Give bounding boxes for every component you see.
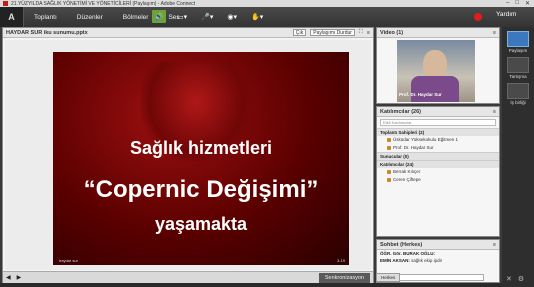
window-title: 21.YÜZYILDA SAĞLIK YÖNETİMİ VE YÖNETİCİL… bbox=[11, 0, 196, 7]
chat-title: Sohbet bbox=[380, 241, 399, 248]
layouts-sidebar: Paylaşım Tartışma İş birliği ✕ ⚙ bbox=[502, 27, 534, 287]
raise-hand-icon[interactable]: ✋▾ bbox=[248, 10, 266, 23]
chat-sender: EMİN AKSAN: bbox=[380, 258, 410, 263]
webcam-icon[interactable]: ◉▾ bbox=[224, 10, 240, 23]
slide-line-3: yaşamakta bbox=[154, 214, 248, 234]
video-menu-icon[interactable]: ≡ bbox=[493, 30, 496, 36]
slide-line-1: Sağlık hizmetleri bbox=[129, 138, 273, 158]
prev-slide-icon[interactable]: ◀ bbox=[6, 274, 11, 281]
attendee-row[interactable]: Üsküdar Yüksekokulu Eğitmen 1 bbox=[377, 136, 499, 144]
share-pod-header: HAYDAR SUR iku sunumu.pptx Çık Paylaşımı… bbox=[3, 28, 373, 38]
group-hosts[interactable]: Toplantı Sahipleri (2) bbox=[377, 128, 499, 136]
sync-button[interactable]: Senkronizasyon bbox=[318, 272, 370, 283]
microphone-icon[interactable]: 🎤▾ bbox=[198, 10, 216, 23]
attendee-name: Prof. Dr. Haydar Sur bbox=[393, 145, 434, 150]
attendee-row[interactable]: Ceren Çiftepe bbox=[377, 176, 499, 184]
recording-indicator-icon[interactable] bbox=[474, 13, 482, 21]
menu-bar: A Toplantı Düzenler Bölmeler Ses 🔊 ▭▾ 🎤▾… bbox=[0, 7, 534, 27]
video-count: (1) bbox=[396, 29, 404, 36]
layout-label: Tartışma bbox=[509, 74, 527, 79]
layout-label: İş birliği bbox=[510, 100, 526, 105]
chat-sender: ÖĞR. Gör. BURAK OĞLU: bbox=[380, 251, 435, 256]
video-pod: Video (1) ≡ Prof. Dr. Haydar Sur bbox=[376, 27, 500, 104]
menu-meeting[interactable]: Toplantı bbox=[24, 14, 67, 21]
user-icon bbox=[387, 146, 391, 150]
chat-pod-header: Sohbet (Herkes) ≡ bbox=[377, 240, 499, 250]
stop-sharing-button[interactable]: Paylaşımı Durdur bbox=[310, 29, 355, 36]
chat-menu-icon[interactable]: ≡ bbox=[493, 242, 496, 248]
presentation-slide: Sağlık hizmetleri “Copernic Değişimi” ya… bbox=[53, 52, 349, 265]
adobe-logo: A bbox=[0, 7, 24, 27]
app-icon bbox=[3, 1, 8, 6]
layout-share[interactable]: Paylaşım bbox=[506, 31, 530, 53]
maximize-icon[interactable]: □ bbox=[515, 0, 519, 7]
chat-message: EMİN AKSAN: sağlık ekip ipdir bbox=[377, 257, 499, 264]
slide-number: 3-19 bbox=[336, 258, 345, 263]
speaker-icon[interactable]: 🔊 bbox=[152, 10, 166, 23]
slide-area: Sağlık hizmetleri “Copernic Değişimi” ya… bbox=[5, 40, 371, 270]
attendee-row[interactable]: Berrak Kılıçer bbox=[377, 168, 499, 176]
layout-thumb bbox=[507, 31, 529, 47]
tools-icon[interactable]: ✕ bbox=[506, 275, 512, 283]
attendees-search-input[interactable]: Etkil Katılımcılar bbox=[380, 119, 496, 126]
layout-discussion[interactable]: Tartışma bbox=[506, 57, 530, 79]
video-speaker-name: Prof. Dr. Haydar Sur bbox=[399, 92, 442, 97]
chat-message: ÖĞR. Gör. BURAK OĞLU: bbox=[377, 250, 499, 257]
layout-collaboration[interactable]: İş birliği bbox=[506, 83, 530, 105]
user-icon bbox=[387, 178, 391, 182]
pod-menu-icon[interactable]: ≡ bbox=[367, 30, 370, 36]
layout-thumb bbox=[507, 83, 529, 99]
chat-scope: (Herkes) bbox=[400, 241, 423, 248]
exit-button[interactable]: Çık bbox=[292, 29, 307, 36]
attendees-pod: Katılımcılar (26) ≡ Etkil Katılımcılar T… bbox=[376, 106, 500, 237]
attendee-row[interactable]: Prof. Dr. Haydar Sur bbox=[377, 144, 499, 152]
menu-layouts[interactable]: Düzenler bbox=[67, 14, 113, 21]
video-pod-header: Video (1) ≡ bbox=[377, 28, 499, 38]
attendee-name: Üsküdar Yüksekokulu Eğitmen 1 bbox=[393, 137, 458, 142]
attendees-title: Katılımcılar bbox=[380, 108, 410, 115]
slide-footer: haydar sur bbox=[59, 258, 78, 263]
slide-line-2: “Copernic Değişimi” bbox=[83, 176, 319, 203]
share-pod-footer: ◀ ▶ Senkronizasyon bbox=[3, 271, 373, 283]
status-bar bbox=[0, 283, 502, 287]
attendees-pod-header: Katılımcılar (26) ≡ bbox=[377, 107, 499, 117]
settings-icon[interactable]: ⚙ bbox=[518, 275, 524, 283]
group-presenters[interactable]: Sunucular (0) bbox=[377, 152, 499, 160]
chat-text: sağlık ekip ipdir bbox=[411, 258, 443, 263]
attendees-count: (26) bbox=[411, 108, 421, 115]
group-participants[interactable]: Katılımcılar (24) bbox=[377, 160, 499, 168]
right-column: Video (1) ≡ Prof. Dr. Haydar Sur Katılım… bbox=[376, 27, 500, 283]
video-pod-title: Video bbox=[380, 29, 395, 36]
share-pod-title: HAYDAR SUR iku sunumu.pptx bbox=[6, 29, 88, 36]
chat-tab[interactable]: Herkes bbox=[376, 273, 401, 282]
attendee-name: Berrak Kılıçer bbox=[393, 169, 421, 174]
attendee-name: Ceren Çiftepe bbox=[393, 177, 421, 182]
minimize-icon[interactable]: – bbox=[506, 0, 509, 7]
window-titlebar: 21.YÜZYILDA SAĞLIK YÖNETİMİ VE YÖNETİCİL… bbox=[0, 0, 534, 7]
speaker-body bbox=[411, 76, 459, 102]
layout-label: Paylaşım bbox=[508, 48, 528, 53]
camera-icon[interactable]: ▭▾ bbox=[174, 10, 190, 23]
layout-thumb bbox=[507, 57, 529, 73]
close-icon[interactable]: ✕ bbox=[525, 0, 530, 7]
user-icon bbox=[387, 138, 391, 142]
fullscreen-icon[interactable]: ⛶ bbox=[359, 29, 363, 36]
share-pod: HAYDAR SUR iku sunumu.pptx Çık Paylaşımı… bbox=[2, 27, 374, 283]
next-slide-icon[interactable]: ▶ bbox=[17, 274, 22, 281]
user-icon bbox=[387, 170, 391, 174]
attendees-menu-icon[interactable]: ≡ bbox=[493, 109, 496, 115]
help-menu[interactable]: Yardım bbox=[496, 11, 516, 18]
